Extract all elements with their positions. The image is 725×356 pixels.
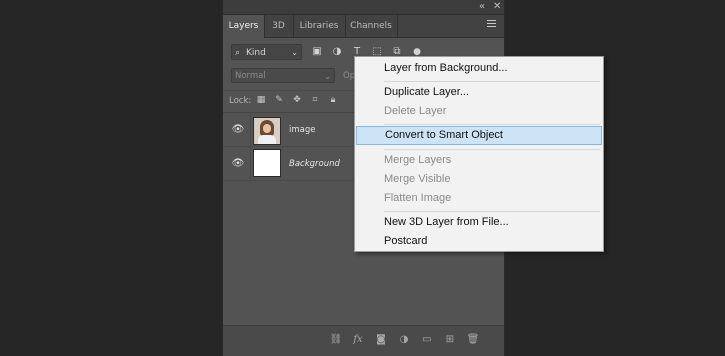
layer-context-menu: Layer from Background... Duplicate Layer… [354,56,604,252]
menu-item-duplicate-layer[interactable]: Duplicate Layer... [356,83,602,102]
menu-item-merge-layers[interactable]: Merge Layers [356,151,602,170]
new-group-folder-icon[interactable]: ▭ [420,333,434,347]
menu-separator [384,211,600,212]
visibility-toggle[interactable]: 👁︎ [223,113,251,146]
eye-icon: 👁︎ [231,124,245,135]
search-icon: ⌕ [235,48,241,58]
delete-layer-trash-icon[interactable]: 🗑︎ [466,333,480,347]
tab-layers[interactable]: Layers [223,15,265,38]
add-mask-icon[interactable]: ◙ [374,333,388,347]
pixel-layer-filter-icon[interactable]: ▣ [310,45,324,59]
filter-kind-dropdown[interactable]: ⌕ Kind ⌄ [231,44,302,60]
menu-item-delete-layer[interactable]: Delete Layer [356,102,602,121]
panel-tabs: Layers 3D Libraries Channels [223,15,504,38]
lock-artboard-icon[interactable]: ⌗ [309,94,321,106]
collapse-panel-button[interactable]: « [479,1,485,13]
filter-kind-label: Kind [246,48,266,58]
layer-name[interactable]: image [289,125,315,135]
menu-item-merge-visible[interactable]: Merge Visible [356,170,602,189]
menu-item-convert-to-smart-object[interactable]: Convert to Smart Object [356,126,602,145]
menu-item-layer-from-background[interactable]: Layer from Background... [356,59,602,78]
layer-style-fx-icon[interactable]: fx [351,333,365,347]
menu-item-flatten-image[interactable]: Flatten Image [356,189,602,208]
menu-item-new-3d-layer-from-file[interactable]: New 3D Layer from File... [356,213,602,232]
menu-separator [384,149,600,150]
tab-channels[interactable]: Channels [345,15,398,37]
tab-3d[interactable]: 3D [264,15,294,37]
lock-all-icon[interactable]: 🔒︎ [327,94,339,106]
new-adjustment-layer-icon[interactable]: ◑ [397,333,411,347]
layer-thumbnail [253,149,281,177]
lock-label: Lock: [229,96,252,106]
layers-bottom-toolbar: ⛓︎ fx ◙ ◑ ▭ ⊞ 🗑︎ [223,325,504,356]
adjustment-layer-filter-icon[interactable]: ◑ [330,45,344,59]
tab-libraries[interactable]: Libraries [293,15,346,37]
lock-image-pixels-icon[interactable]: ✎ [273,94,285,106]
panel-title-bar: « ✕ [223,0,504,15]
chevron-down-icon: ⌄ [324,72,331,81]
eye-icon: 👁︎ [231,158,245,169]
blend-mode-label: Normal [235,71,266,81]
menu-separator [384,81,600,82]
new-layer-icon[interactable]: ⊞ [443,333,457,347]
lock-transparent-pixels-icon[interactable]: ▦ [255,94,267,106]
chevron-down-icon: ⌄ [291,48,298,57]
link-layers-icon[interactable]: ⛓︎ [329,333,343,347]
menu-separator [384,124,600,125]
visibility-toggle[interactable]: 👁︎ [223,147,251,180]
blend-mode-dropdown[interactable]: Normal ⌄ [231,68,335,83]
close-panel-button[interactable]: ✕ [493,1,501,13]
panel-menu-icon[interactable] [487,20,496,29]
menu-item-postcard[interactable]: Postcard [356,232,602,251]
layer-name[interactable]: Background [289,159,340,169]
layer-thumbnail [253,117,281,145]
lock-position-icon[interactable]: ✥ [291,94,303,106]
